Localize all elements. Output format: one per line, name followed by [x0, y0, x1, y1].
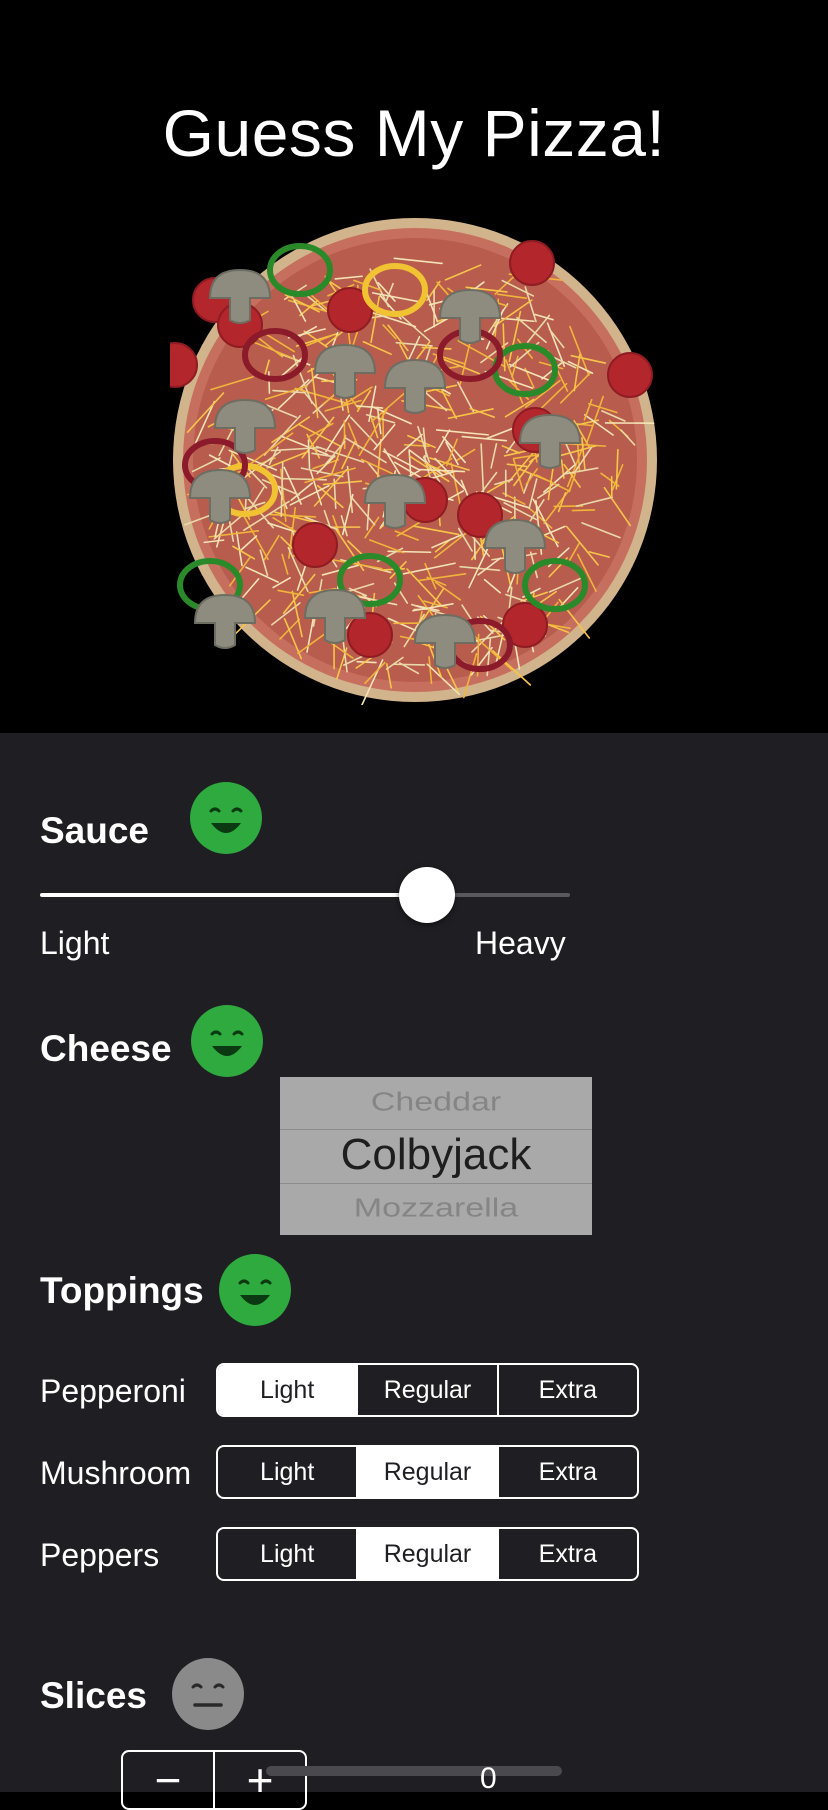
slider-track-filled: [40, 893, 427, 897]
happy-face-icon: [189, 781, 263, 855]
slices-label: Slices: [40, 1675, 147, 1717]
slider-thumb[interactable]: [399, 867, 455, 923]
toppings-label: Toppings: [40, 1270, 204, 1312]
segment-regular[interactable]: Regular: [358, 1529, 498, 1579]
segment-extra[interactable]: Extra: [499, 1529, 637, 1579]
sauce-slider[interactable]: [40, 865, 570, 925]
picker-option-previous[interactable]: Cheddar: [280, 1088, 592, 1117]
pepperoni-amount-control[interactable]: Light Regular Extra: [216, 1363, 639, 1417]
pizza-preview-area: Guess My Pizza!: [0, 0, 828, 733]
cheese-picker[interactable]: Cheddar Colbyjack Mozzarella: [280, 1077, 592, 1235]
peppers-amount-control[interactable]: Light Regular Extra: [216, 1527, 639, 1581]
picker-selection-line: [280, 1183, 592, 1184]
segment-extra[interactable]: Extra: [499, 1365, 637, 1415]
cheese-label: Cheese: [40, 1028, 172, 1070]
mushroom-amount-control[interactable]: Light Regular Extra: [216, 1445, 639, 1499]
segment-regular[interactable]: Regular: [358, 1447, 498, 1497]
topping-label-peppers: Peppers: [40, 1537, 159, 1574]
topping-label-pepperoni: Pepperoni: [40, 1373, 186, 1410]
page-title: Guess My Pizza!: [0, 95, 828, 171]
segment-light[interactable]: Light: [218, 1529, 358, 1579]
slices-count: 0: [480, 1762, 497, 1796]
home-indicator[interactable]: [266, 1766, 562, 1776]
sauce-label: Sauce: [40, 810, 149, 852]
pizza-image: [170, 215, 660, 705]
decrement-button[interactable]: −: [123, 1752, 215, 1808]
happy-face-icon: [218, 1253, 292, 1327]
segment-light[interactable]: Light: [218, 1365, 358, 1415]
segment-extra[interactable]: Extra: [499, 1447, 637, 1497]
neutral-face-icon: [171, 1657, 245, 1731]
slices-stepper[interactable]: − +: [121, 1750, 307, 1810]
sauce-min-label: Light: [40, 925, 109, 962]
sauce-max-label: Heavy: [475, 925, 566, 962]
picker-option-selected[interactable]: Colbyjack: [280, 1130, 592, 1180]
segment-regular[interactable]: Regular: [358, 1365, 498, 1415]
increment-button[interactable]: +: [215, 1752, 305, 1808]
picker-option-next[interactable]: Mozzarella: [280, 1194, 592, 1223]
topping-label-mushroom: Mushroom: [40, 1455, 191, 1492]
segment-light[interactable]: Light: [218, 1447, 358, 1497]
happy-face-icon: [190, 1004, 264, 1078]
